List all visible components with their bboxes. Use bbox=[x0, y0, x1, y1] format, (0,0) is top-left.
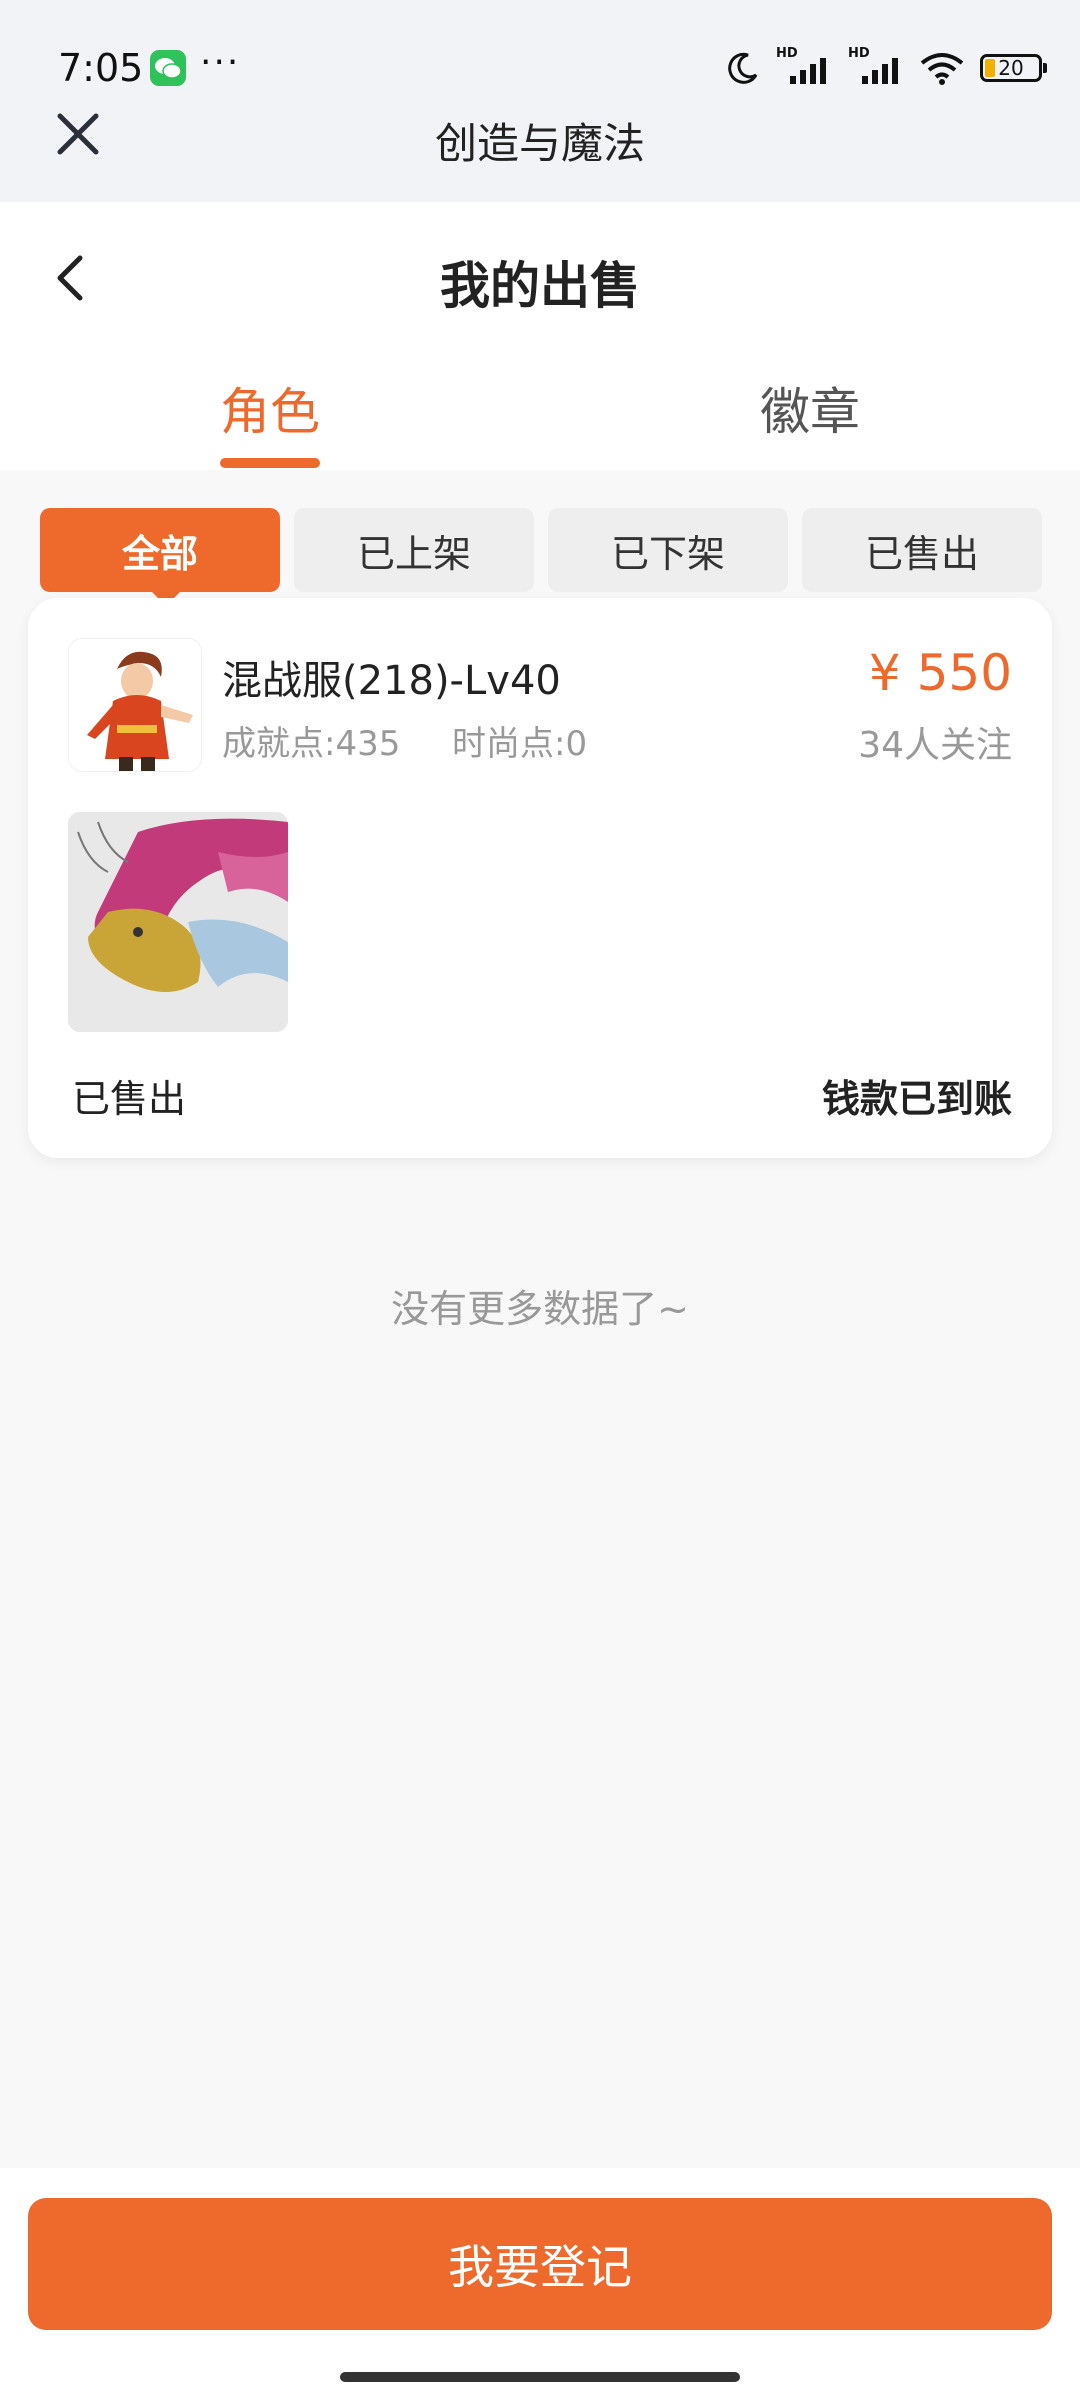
active-tab-indicator bbox=[220, 458, 320, 468]
achievement-points: 成就点:435 bbox=[222, 724, 401, 764]
filter-listed[interactable]: 已上架 bbox=[294, 508, 534, 592]
home-indicator bbox=[340, 2372, 740, 2382]
top-bar: 7:05 ··· HD HD 20 创造与魔法 bbox=[0, 0, 1080, 202]
listing-card[interactable]: 混战服(218)-Lv40 成就点:435 时尚点:0 ¥ 550 34人关注 … bbox=[28, 598, 1052, 1158]
miniprogram-title: 创造与魔法 bbox=[434, 119, 645, 168]
payment-status: 钱款已到账 bbox=[821, 1077, 1012, 1121]
moon-icon bbox=[728, 52, 758, 84]
battery-icon: 20 bbox=[980, 54, 1047, 82]
item-name: 混战服(218)-Lv40 bbox=[222, 658, 561, 704]
tab-role[interactable]: 角色 bbox=[130, 372, 410, 444]
price: ¥ 550 bbox=[868, 644, 1012, 702]
signal-icon-2: HD bbox=[848, 46, 904, 88]
filter-delisted[interactable]: 已下架 bbox=[548, 508, 788, 592]
battery-level: 20 bbox=[998, 56, 1024, 80]
fashion-points: 时尚点:0 bbox=[452, 724, 588, 764]
status-time: 7:05 bbox=[58, 46, 144, 90]
notification-dots: ··· bbox=[200, 42, 241, 83]
page-header: 我的出售 角色 徽章 bbox=[0, 202, 1080, 470]
mount-thumbnail[interactable] bbox=[68, 812, 288, 1032]
status-icons: HD HD 20 bbox=[726, 46, 1047, 90]
page-title: 我的出售 bbox=[440, 257, 640, 315]
wechat-icon bbox=[150, 50, 186, 86]
character-avatar bbox=[68, 638, 202, 772]
wifi-icon bbox=[920, 53, 964, 85]
filter-sold[interactable]: 已售出 bbox=[802, 508, 1042, 592]
sale-status: 已售出 bbox=[72, 1077, 187, 1121]
filter-all[interactable]: 全部 bbox=[40, 508, 280, 606]
list-end-text: 没有更多数据了~ bbox=[391, 1287, 689, 1331]
register-button[interactable]: 我要登记 bbox=[28, 2198, 1052, 2330]
followers-count: 34人关注 bbox=[858, 725, 1012, 766]
signal-icon: HD bbox=[776, 46, 832, 88]
tab-badge[interactable]: 徽章 bbox=[670, 372, 950, 444]
